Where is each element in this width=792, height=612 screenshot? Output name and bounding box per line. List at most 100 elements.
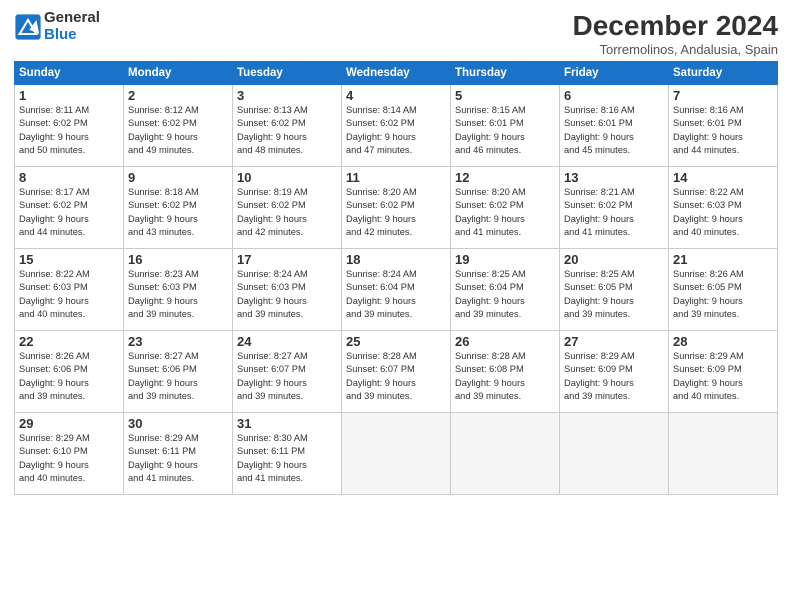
day-info: Sunrise: 8:24 AM Sunset: 6:04 PM Dayligh…: [346, 268, 446, 322]
day-info: Sunrise: 8:16 AM Sunset: 6:01 PM Dayligh…: [673, 104, 773, 158]
calendar-cell: 25Sunrise: 8:28 AM Sunset: 6:07 PM Dayli…: [342, 331, 451, 413]
day-info: Sunrise: 8:19 AM Sunset: 6:02 PM Dayligh…: [237, 186, 337, 240]
calendar-cell: 29Sunrise: 8:29 AM Sunset: 6:10 PM Dayli…: [15, 413, 124, 495]
day-info: Sunrise: 8:30 AM Sunset: 6:11 PM Dayligh…: [237, 432, 337, 486]
calendar-week-row: 29Sunrise: 8:29 AM Sunset: 6:10 PM Dayli…: [15, 413, 778, 495]
calendar-cell: 22Sunrise: 8:26 AM Sunset: 6:06 PM Dayli…: [15, 331, 124, 413]
calendar-cell: 18Sunrise: 8:24 AM Sunset: 6:04 PM Dayli…: [342, 249, 451, 331]
day-number: 4: [346, 88, 446, 103]
calendar-header-row: Sunday Monday Tuesday Wednesday Thursday…: [15, 62, 778, 85]
day-number: 31: [237, 416, 337, 431]
col-monday: Monday: [124, 62, 233, 85]
day-info: Sunrise: 8:24 AM Sunset: 6:03 PM Dayligh…: [237, 268, 337, 322]
day-info: Sunrise: 8:16 AM Sunset: 6:01 PM Dayligh…: [564, 104, 664, 158]
day-info: Sunrise: 8:27 AM Sunset: 6:07 PM Dayligh…: [237, 350, 337, 404]
day-number: 21: [673, 252, 773, 267]
day-number: 17: [237, 252, 337, 267]
day-number: 7: [673, 88, 773, 103]
day-number: 27: [564, 334, 664, 349]
calendar-cell: 16Sunrise: 8:23 AM Sunset: 6:03 PM Dayli…: [124, 249, 233, 331]
day-number: 24: [237, 334, 337, 349]
calendar-cell: 14Sunrise: 8:22 AM Sunset: 6:03 PM Dayli…: [669, 167, 778, 249]
calendar-cell: 19Sunrise: 8:25 AM Sunset: 6:04 PM Dayli…: [451, 249, 560, 331]
day-number: 8: [19, 170, 119, 185]
calendar-cell: 6Sunrise: 8:16 AM Sunset: 6:01 PM Daylig…: [560, 85, 669, 167]
calendar-cell: [669, 413, 778, 495]
day-number: 23: [128, 334, 228, 349]
col-tuesday: Tuesday: [233, 62, 342, 85]
day-number: 20: [564, 252, 664, 267]
day-info: Sunrise: 8:26 AM Sunset: 6:06 PM Dayligh…: [19, 350, 119, 404]
day-number: 2: [128, 88, 228, 103]
day-info: Sunrise: 8:29 AM Sunset: 6:10 PM Dayligh…: [19, 432, 119, 486]
day-info: Sunrise: 8:20 AM Sunset: 6:02 PM Dayligh…: [346, 186, 446, 240]
day-info: Sunrise: 8:17 AM Sunset: 6:02 PM Dayligh…: [19, 186, 119, 240]
calendar-week-row: 8Sunrise: 8:17 AM Sunset: 6:02 PM Daylig…: [15, 167, 778, 249]
day-number: 14: [673, 170, 773, 185]
calendar-cell: 23Sunrise: 8:27 AM Sunset: 6:06 PM Dayli…: [124, 331, 233, 413]
day-number: 10: [237, 170, 337, 185]
calendar-cell: 17Sunrise: 8:24 AM Sunset: 6:03 PM Dayli…: [233, 249, 342, 331]
col-thursday: Thursday: [451, 62, 560, 85]
header: General Blue December 2024 Torremolinos,…: [14, 10, 778, 57]
day-info: Sunrise: 8:18 AM Sunset: 6:02 PM Dayligh…: [128, 186, 228, 240]
day-number: 5: [455, 88, 555, 103]
day-info: Sunrise: 8:29 AM Sunset: 6:09 PM Dayligh…: [564, 350, 664, 404]
calendar-week-row: 22Sunrise: 8:26 AM Sunset: 6:06 PM Dayli…: [15, 331, 778, 413]
col-saturday: Saturday: [669, 62, 778, 85]
calendar-cell: [560, 413, 669, 495]
calendar-cell: 20Sunrise: 8:25 AM Sunset: 6:05 PM Dayli…: [560, 249, 669, 331]
day-info: Sunrise: 8:11 AM Sunset: 6:02 PM Dayligh…: [19, 104, 119, 158]
day-info: Sunrise: 8:21 AM Sunset: 6:02 PM Dayligh…: [564, 186, 664, 240]
day-number: 13: [564, 170, 664, 185]
day-info: Sunrise: 8:23 AM Sunset: 6:03 PM Dayligh…: [128, 268, 228, 322]
day-info: Sunrise: 8:28 AM Sunset: 6:07 PM Dayligh…: [346, 350, 446, 404]
day-info: Sunrise: 8:25 AM Sunset: 6:05 PM Dayligh…: [564, 268, 664, 322]
day-info: Sunrise: 8:15 AM Sunset: 6:01 PM Dayligh…: [455, 104, 555, 158]
col-wednesday: Wednesday: [342, 62, 451, 85]
calendar-cell: [342, 413, 451, 495]
calendar-cell: 8Sunrise: 8:17 AM Sunset: 6:02 PM Daylig…: [15, 167, 124, 249]
day-number: 12: [455, 170, 555, 185]
day-info: Sunrise: 8:22 AM Sunset: 6:03 PM Dayligh…: [19, 268, 119, 322]
day-number: 30: [128, 416, 228, 431]
calendar-cell: 21Sunrise: 8:26 AM Sunset: 6:05 PM Dayli…: [669, 249, 778, 331]
month-title: December 2024: [573, 10, 778, 42]
calendar-cell: 12Sunrise: 8:20 AM Sunset: 6:02 PM Dayli…: [451, 167, 560, 249]
calendar-week-row: 1Sunrise: 8:11 AM Sunset: 6:02 PM Daylig…: [15, 85, 778, 167]
day-number: 26: [455, 334, 555, 349]
calendar-cell: 15Sunrise: 8:22 AM Sunset: 6:03 PM Dayli…: [15, 249, 124, 331]
main-container: General Blue December 2024 Torremolinos,…: [0, 0, 792, 503]
day-info: Sunrise: 8:14 AM Sunset: 6:02 PM Dayligh…: [346, 104, 446, 158]
calendar-cell: 7Sunrise: 8:16 AM Sunset: 6:01 PM Daylig…: [669, 85, 778, 167]
calendar-cell: 10Sunrise: 8:19 AM Sunset: 6:02 PM Dayli…: [233, 167, 342, 249]
calendar-cell: 24Sunrise: 8:27 AM Sunset: 6:07 PM Dayli…: [233, 331, 342, 413]
calendar-week-row: 15Sunrise: 8:22 AM Sunset: 6:03 PM Dayli…: [15, 249, 778, 331]
calendar-cell: 31Sunrise: 8:30 AM Sunset: 6:11 PM Dayli…: [233, 413, 342, 495]
day-number: 6: [564, 88, 664, 103]
day-number: 29: [19, 416, 119, 431]
col-sunday: Sunday: [15, 62, 124, 85]
day-number: 3: [237, 88, 337, 103]
calendar-cell: 4Sunrise: 8:14 AM Sunset: 6:02 PM Daylig…: [342, 85, 451, 167]
day-info: Sunrise: 8:12 AM Sunset: 6:02 PM Dayligh…: [128, 104, 228, 158]
calendar-cell: 13Sunrise: 8:21 AM Sunset: 6:02 PM Dayli…: [560, 167, 669, 249]
location-subtitle: Torremolinos, Andalusia, Spain: [573, 42, 778, 57]
calendar-cell: 26Sunrise: 8:28 AM Sunset: 6:08 PM Dayli…: [451, 331, 560, 413]
day-info: Sunrise: 8:26 AM Sunset: 6:05 PM Dayligh…: [673, 268, 773, 322]
calendar-cell: [451, 413, 560, 495]
day-number: 11: [346, 170, 446, 185]
calendar-cell: 30Sunrise: 8:29 AM Sunset: 6:11 PM Dayli…: [124, 413, 233, 495]
calendar-table: Sunday Monday Tuesday Wednesday Thursday…: [14, 61, 778, 495]
day-info: Sunrise: 8:25 AM Sunset: 6:04 PM Dayligh…: [455, 268, 555, 322]
day-info: Sunrise: 8:29 AM Sunset: 6:09 PM Dayligh…: [673, 350, 773, 404]
day-number: 9: [128, 170, 228, 185]
day-info: Sunrise: 8:27 AM Sunset: 6:06 PM Dayligh…: [128, 350, 228, 404]
logo: General Blue: [14, 10, 100, 43]
calendar-cell: 1Sunrise: 8:11 AM Sunset: 6:02 PM Daylig…: [15, 85, 124, 167]
calendar-cell: 3Sunrise: 8:13 AM Sunset: 6:02 PM Daylig…: [233, 85, 342, 167]
calendar-cell: 2Sunrise: 8:12 AM Sunset: 6:02 PM Daylig…: [124, 85, 233, 167]
day-number: 16: [128, 252, 228, 267]
day-number: 1: [19, 88, 119, 103]
day-number: 28: [673, 334, 773, 349]
